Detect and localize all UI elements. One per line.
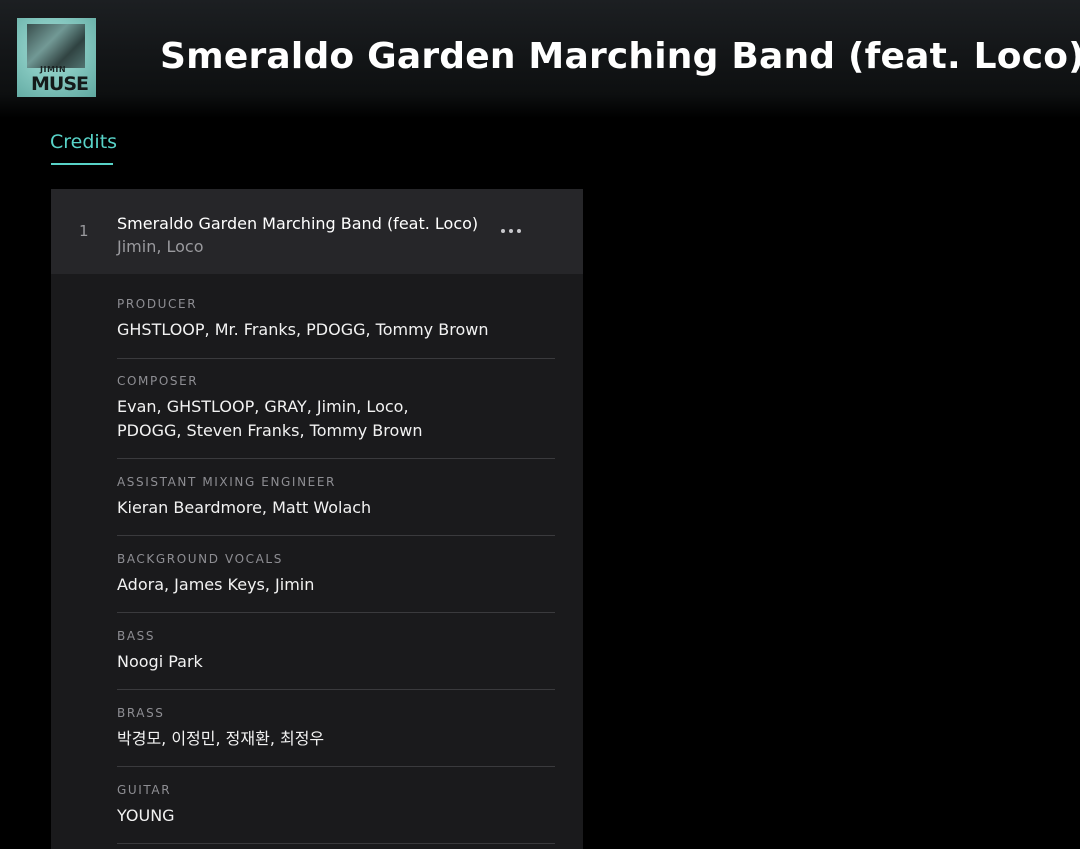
credit-role: COMPOSER xyxy=(117,374,199,388)
active-tab-indicator xyxy=(51,163,113,165)
credit-names: Evan, GHSTLOOP, GRAY, Jimin, Loco, PDOGG… xyxy=(117,397,423,440)
album-cover-photo xyxy=(27,24,85,68)
page-title: Smeraldo Garden Marching Band (feat. Loc… xyxy=(160,36,1080,77)
credit-names: GHSTLOOP, Mr. Franks, PDOGG, Tommy Brown xyxy=(117,320,489,339)
credit-names: Adora, James Keys, Jimin xyxy=(117,575,315,594)
divider xyxy=(117,843,555,844)
more-horizontal-icon[interactable] xyxy=(501,223,527,239)
divider xyxy=(117,535,555,536)
credit-role: BRASS xyxy=(117,706,165,720)
divider xyxy=(117,358,555,359)
credit-role: BACKGROUND VOCALS xyxy=(117,552,283,566)
track-row[interactable]: 1 Smeraldo Garden Marching Band (feat. L… xyxy=(51,189,583,274)
track-artists: Jimin, Loco xyxy=(117,237,204,256)
credit-names: 박경모, 이정민, 정재환, 최정우 xyxy=(117,729,325,748)
credit-names: Noogi Park xyxy=(117,652,203,671)
credit-role: PRODUCER xyxy=(117,297,198,311)
track-number: 1 xyxy=(79,222,89,240)
credit-names: Kieran Beardmore, Matt Wolach xyxy=(117,498,372,517)
divider xyxy=(117,612,555,613)
credit-role: BASS xyxy=(117,629,156,643)
credit-role: GUITAR xyxy=(117,783,172,797)
divider xyxy=(117,766,555,767)
track-title: Smeraldo Garden Marching Band (feat. Loc… xyxy=(117,214,479,233)
divider xyxy=(117,458,555,459)
tab-credits[interactable]: Credits xyxy=(50,131,117,153)
page-header: JIMIN MUSE Smeraldo Garden Marching Band… xyxy=(0,0,1080,118)
credits-panel: 1 Smeraldo Garden Marching Band (feat. L… xyxy=(51,189,583,849)
album-art[interactable]: JIMIN MUSE xyxy=(17,18,96,97)
credit-names: YOUNG xyxy=(117,806,175,825)
credit-role: ASSISTANT MIXING ENGINEER xyxy=(117,475,336,489)
divider xyxy=(117,689,555,690)
album-art-title: MUSE xyxy=(31,73,89,95)
